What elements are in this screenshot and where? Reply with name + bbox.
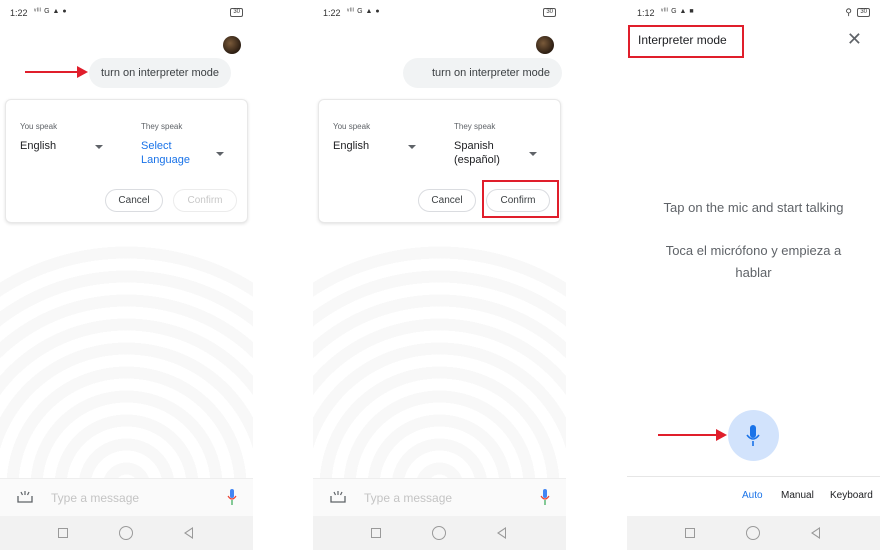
chevron-down-icon[interactable]	[95, 145, 103, 149]
home-icon[interactable]	[432, 526, 446, 540]
they-speak-dropdown[interactable]: Select Language	[141, 139, 190, 167]
mode-keyboard-tab[interactable]: Keyboard	[830, 490, 873, 501]
avatar[interactable]	[536, 36, 554, 54]
you-speak-label: You speak	[20, 122, 58, 131]
user-message-bubble: turn on interpreter mode	[89, 58, 232, 88]
back-icon[interactable]	[811, 527, 820, 539]
message-input[interactable]: Type a message	[364, 491, 452, 505]
screen-1: 1:22 ᵛᴵˡˡ G ▲ ● 30 turn on interpreter m…	[0, 0, 253, 550]
status-icons: ᵛᴵˡˡ G ▲ ●	[34, 8, 68, 15]
status-icons: ᵛᴵˡˡ G ▲ ●	[347, 8, 381, 15]
status-bar: 1:22 ᵛᴵˡˡ G ▲ ● 30	[0, 0, 253, 24]
message-input[interactable]: Type a message	[51, 491, 139, 505]
language-selection-card: You speak English They speak Select Lang…	[5, 99, 248, 223]
screen-3: 1:12 ᵛᴵˡˡ G ▲ ■ ⚲ 30 Interpreter mode ✕ …	[627, 0, 880, 550]
mic-icon[interactable]	[540, 489, 550, 505]
they-speak-label: They speak	[454, 122, 496, 131]
status-bar: 1:22 ᵛᴵˡˡ G ▲ ● 30	[313, 0, 566, 24]
system-nav-bar	[313, 516, 566, 550]
prompt-english: Tap on the mic and start talking	[663, 200, 844, 215]
cancel-button[interactable]: Cancel	[418, 189, 476, 212]
battery-icon: 30	[230, 8, 243, 17]
annotation-arrow	[25, 66, 88, 78]
mic-button[interactable]	[728, 410, 779, 461]
battery-icon: 30	[543, 8, 556, 17]
you-speak-label: You speak	[333, 122, 371, 131]
status-icons: ᵛᴵˡˡ G ▲ ■	[661, 8, 695, 15]
user-message-bubble: turn on interpreter mode	[403, 58, 562, 88]
screen-2: 1:22 ᵛᴵˡˡ G ▲ ● 30 turn on interpreter m…	[313, 0, 566, 550]
recents-icon[interactable]	[685, 528, 695, 538]
prompt-spanish: Toca el micrófono y empieza a hablar	[665, 243, 842, 280]
status-time: 1:22	[323, 8, 341, 18]
message-input-bar: Type a message	[313, 478, 566, 516]
they-speak-label: They speak	[141, 122, 183, 131]
home-icon[interactable]	[119, 526, 133, 540]
snapshot-icon[interactable]	[330, 491, 346, 503]
you-speak-dropdown[interactable]: English	[20, 139, 56, 153]
annotation-arrow	[658, 429, 727, 441]
system-nav-bar	[627, 516, 880, 550]
close-icon[interactable]: ✕	[847, 30, 862, 48]
status-time: 1:12	[637, 8, 655, 18]
recents-icon[interactable]	[371, 528, 381, 538]
status-time: 1:22	[10, 8, 28, 18]
highlight-box	[628, 25, 744, 58]
divider	[627, 476, 880, 477]
system-nav-bar	[0, 516, 253, 550]
chevron-down-icon[interactable]	[216, 152, 224, 156]
highlight-box	[482, 180, 559, 218]
message-input-bar: Type a message	[0, 478, 253, 516]
back-icon[interactable]	[184, 527, 193, 539]
back-icon[interactable]	[497, 527, 506, 539]
status-bar: 1:12 ᵛᴵˡˡ G ▲ ■ ⚲ 30	[627, 0, 880, 24]
snapshot-icon[interactable]	[17, 491, 33, 503]
mic-icon	[746, 425, 760, 446]
avatar[interactable]	[223, 36, 241, 54]
they-speak-dropdown[interactable]: Spanish (español)	[454, 139, 500, 167]
cancel-button[interactable]: Cancel	[105, 189, 163, 212]
battery-icon: 30	[857, 8, 870, 17]
you-speak-dropdown[interactable]: English	[333, 139, 369, 153]
chevron-down-icon[interactable]	[529, 152, 537, 156]
location-icon: ⚲	[845, 7, 852, 17]
mode-auto-tab[interactable]: Auto	[742, 490, 763, 501]
mode-manual-tab[interactable]: Manual	[781, 490, 814, 501]
background-pattern	[0, 230, 253, 480]
chevron-down-icon[interactable]	[408, 145, 416, 149]
home-icon[interactable]	[746, 526, 760, 540]
confirm-button[interactable]: Confirm	[173, 189, 237, 212]
mic-icon[interactable]	[227, 489, 237, 505]
background-pattern	[313, 230, 566, 480]
recents-icon[interactable]	[58, 528, 68, 538]
